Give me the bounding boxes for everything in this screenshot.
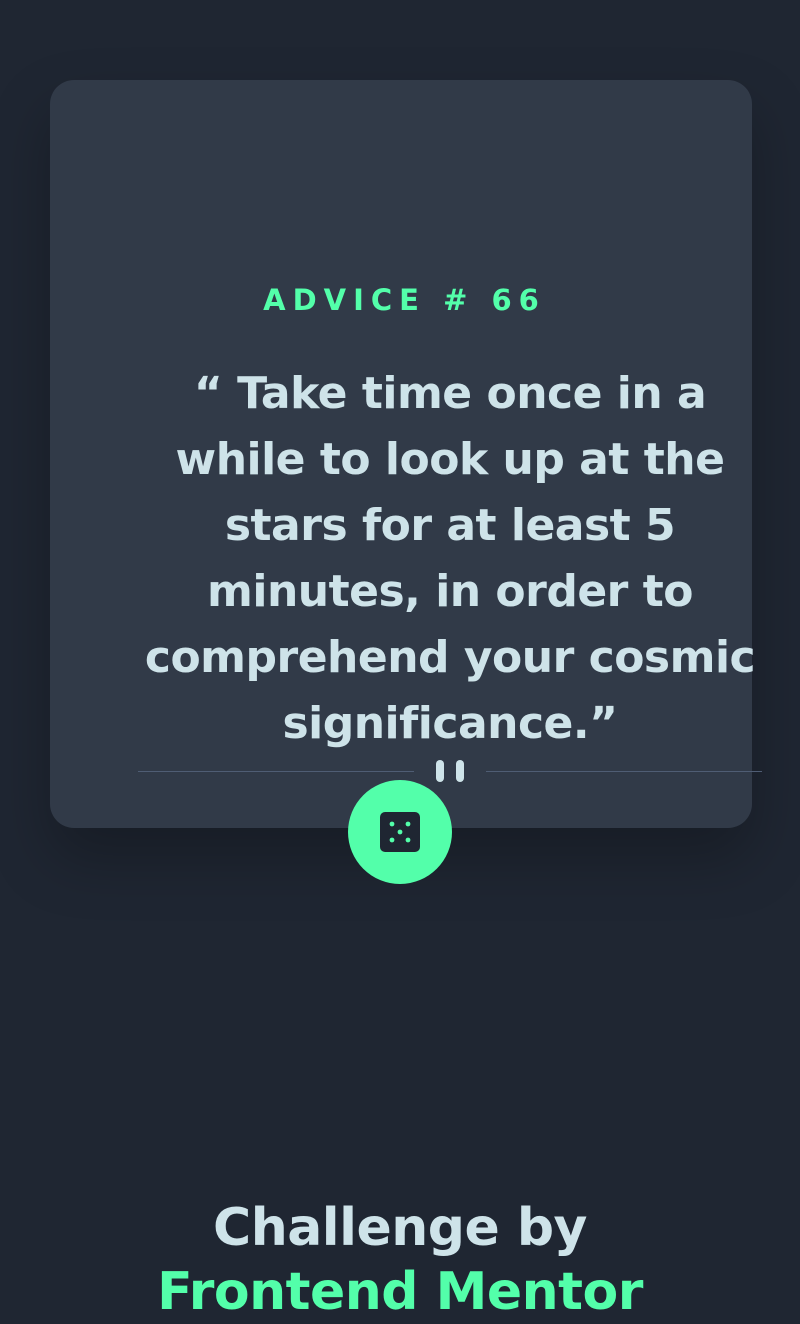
advice-number-label: ADVICE # 66: [263, 283, 546, 317]
attribution: Challenge by Frontend Mentor: [0, 1196, 800, 1324]
advice-card: ADVICE # 66 “ Take time once in a while …: [50, 80, 762, 828]
dice-icon: [380, 812, 420, 852]
attribution-text: Challenge by: [213, 1198, 587, 1258]
new-advice-button[interactable]: [348, 780, 452, 884]
advice-quote: “ Take time once in a while to look up a…: [144, 368, 756, 749]
frontend-mentor-link[interactable]: Frontend Mentor: [0, 1260, 800, 1324]
divider-line-left: [138, 771, 414, 772]
pause-icon: [436, 760, 464, 782]
divider-line-right: [486, 771, 762, 772]
